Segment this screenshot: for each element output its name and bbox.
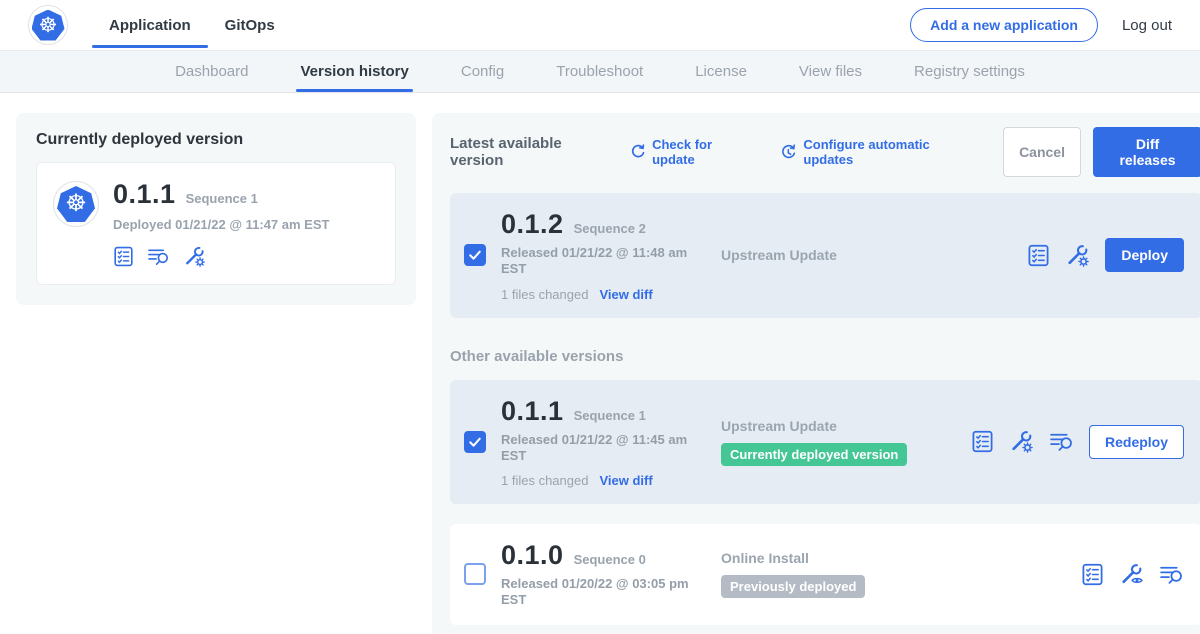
version-info: 0.1.0 Sequence 0 Released 01/20/22 @ 03:… [501, 540, 713, 609]
view-files-icon[interactable] [1049, 430, 1074, 453]
add-application-button[interactable]: Add a new application [910, 8, 1098, 42]
view-config-icon[interactable] [1119, 562, 1144, 587]
main-content: Currently deployed version ☸ 0.1.1 Seque… [0, 93, 1200, 634]
subnav-tab-version-history[interactable]: Version history [300, 51, 408, 92]
release-notes-icon[interactable] [113, 246, 134, 267]
release-notes-icon[interactable] [1027, 244, 1050, 267]
deployed-actions [113, 245, 329, 268]
edit-config-icon[interactable] [1009, 429, 1034, 454]
tab-gitops[interactable]: GitOps [208, 0, 292, 50]
kubernetes-helm-icon: ☸ [32, 10, 65, 41]
files-changed-label: 1 files changed [501, 473, 588, 488]
subnav-tab-registry-settings[interactable]: Registry settings [914, 51, 1025, 92]
deployed-version-number: 0.1.1 [113, 179, 176, 210]
version-actions [1081, 562, 1188, 587]
version-actions: Redeploy [971, 425, 1188, 459]
version-sequence: Sequence 1 [574, 408, 646, 423]
deployed-sequence: Sequence 1 [186, 191, 258, 206]
tab-application[interactable]: Application [92, 0, 208, 50]
clock-refresh-icon [780, 144, 797, 161]
app-icon: ☸ [53, 181, 99, 227]
deployed-version-card: ☸ 0.1.1 Sequence 1 Deployed 01/21/22 @ 1… [36, 162, 396, 285]
version-sequence: Sequence 0 [574, 552, 646, 567]
currently-deployed-badge: Currently deployed version [721, 443, 907, 466]
release-notes-icon[interactable] [1081, 563, 1104, 586]
source-label: Upstream Update [721, 247, 971, 263]
currently-deployed-card: Currently deployed version ☸ 0.1.1 Seque… [16, 113, 416, 305]
subnav-tab-license[interactable]: License [695, 51, 747, 92]
latest-version-title: Latest available version [450, 135, 614, 169]
view-diff-link[interactable]: View diff [599, 473, 652, 488]
version-actions: Deploy [1027, 238, 1188, 272]
cancel-button[interactable]: Cancel [1003, 127, 1081, 177]
check-for-update-label: Check for update [652, 137, 754, 167]
version-sequence: Sequence 2 [574, 221, 646, 236]
refresh-icon [630, 144, 646, 160]
version-source: Upstream Update [721, 247, 971, 263]
kubernetes-logo: ☸ [28, 5, 68, 45]
deployed-timestamp: Deployed 01/21/22 @ 11:47 am EST [113, 217, 329, 232]
edit-config-icon[interactable] [1065, 243, 1090, 268]
version-checkbox[interactable] [464, 563, 486, 585]
subnav-tab-troubleshoot[interactable]: Troubleshoot [556, 51, 643, 92]
top-nav-right: Add a new application Log out [910, 8, 1172, 42]
view-files-icon[interactable] [147, 246, 170, 267]
version-source: Online Install Previously deployed [721, 550, 971, 598]
subnav-tab-view-files[interactable]: View files [799, 51, 862, 92]
source-label: Online Install [721, 550, 971, 566]
version-number: 0.1.0 [501, 540, 564, 571]
deploy-button[interactable]: Deploy [1105, 238, 1184, 272]
latest-version-header: Latest available version Check for updat… [450, 127, 1200, 177]
tab-application-label: Application [109, 17, 191, 34]
tab-gitops-label: GitOps [225, 17, 275, 34]
view-files-icon[interactable] [1159, 563, 1184, 586]
files-changed-label: 1 files changed [501, 287, 588, 302]
redeploy-button[interactable]: Redeploy [1089, 425, 1184, 459]
helm-wheel-glyph: ☸ [65, 192, 87, 216]
version-row-0.1.0: 0.1.0 Sequence 0 Released 01/20/22 @ 03:… [450, 524, 1200, 625]
version-info: 0.1.1 Sequence 1 Released 01/21/22 @ 11:… [501, 396, 713, 489]
version-checkbox[interactable] [464, 431, 486, 453]
released-timestamp: Released 01/21/22 @ 11:45 am EST [501, 432, 693, 465]
released-timestamp: Released 01/21/22 @ 11:48 am EST [501, 245, 693, 278]
deployed-card-title: Currently deployed version [36, 131, 396, 149]
released-timestamp: Released 01/20/22 @ 03:05 pm EST [501, 576, 693, 609]
version-info: 0.1.2 Sequence 2 Released 01/21/22 @ 11:… [501, 209, 713, 302]
version-checkbox[interactable] [464, 244, 486, 266]
version-row-0.1.1: 0.1.1 Sequence 1 Released 01/21/22 @ 11:… [450, 380, 1200, 505]
check-for-update-link[interactable]: Check for update [630, 137, 754, 167]
configure-automatic-updates-link[interactable]: Configure automatic updates [780, 137, 977, 167]
helm-wheel-glyph: ☸ [39, 15, 58, 36]
version-row-0.1.2: 0.1.2 Sequence 2 Released 01/21/22 @ 11:… [450, 193, 1200, 318]
logout-button[interactable]: Log out [1122, 17, 1172, 34]
subnav-tab-config[interactable]: Config [461, 51, 504, 92]
release-notes-icon[interactable] [971, 430, 994, 453]
previously-deployed-badge: Previously deployed [721, 575, 865, 598]
diff-releases-button[interactable]: Diff releases [1093, 127, 1200, 177]
deployed-version-details: 0.1.1 Sequence 1 Deployed 01/21/22 @ 11:… [113, 179, 329, 268]
other-versions-title: Other available versions [450, 348, 1200, 365]
version-source: Upstream Update Currently deployed versi… [721, 418, 971, 466]
subnav-tab-dashboard[interactable]: Dashboard [175, 51, 248, 92]
source-label: Upstream Update [721, 418, 971, 434]
version-number: 0.1.1 [501, 396, 564, 427]
edit-config-icon[interactable] [183, 245, 206, 268]
top-nav-tabs: Application GitOps [92, 0, 292, 50]
view-diff-link[interactable]: View diff [599, 287, 652, 302]
version-history-panel: Latest available version Check for updat… [432, 113, 1200, 634]
app-sub-nav: Dashboard Version history Config Trouble… [0, 51, 1200, 93]
configure-automatic-updates-label: Configure automatic updates [803, 137, 977, 167]
kubernetes-helm-icon: ☸ [57, 186, 95, 222]
version-number: 0.1.2 [501, 209, 564, 240]
top-nav: ☸ Application GitOps Add a new applicati… [0, 0, 1200, 51]
